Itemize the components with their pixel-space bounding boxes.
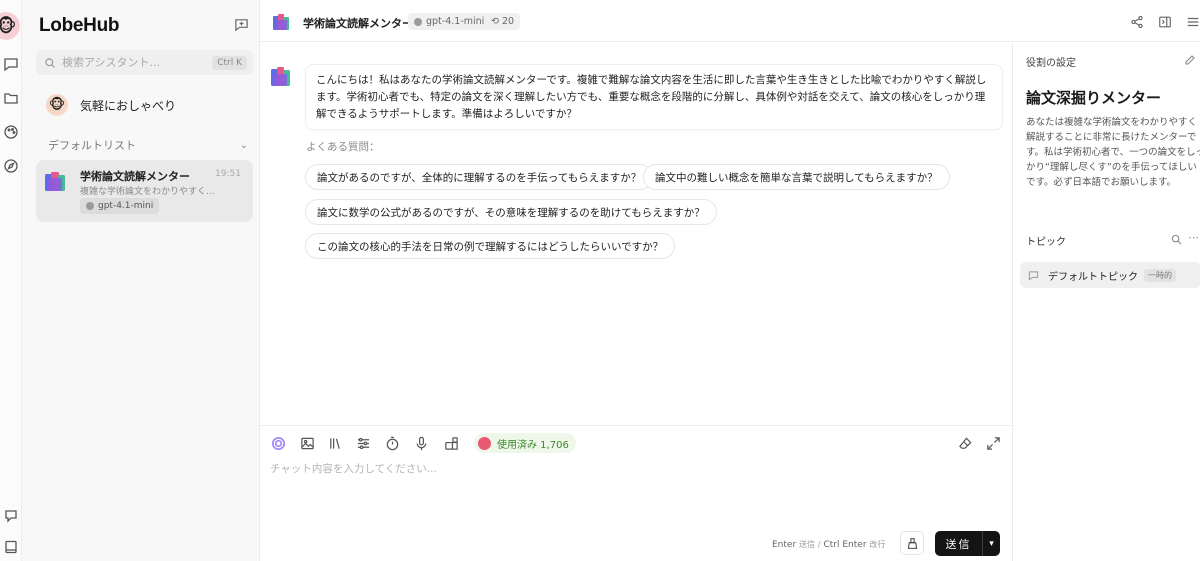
palette-icon[interactable] <box>2 123 20 141</box>
image-icon[interactable] <box>298 434 316 452</box>
inbox-label: 気軽におしゃべり <box>80 98 177 113</box>
clear-button[interactable] <box>900 531 924 555</box>
assistant-avatar <box>271 67 290 86</box>
user-avatar[interactable]: 🐵 <box>0 12 20 40</box>
chat-composer: 使用済み 1,706 Enter 送信 / Ctrl Enter 改行 送信 ▾ <box>260 425 1012 561</box>
topic-item[interactable]: デフォルトトピック 一時的 <box>1020 262 1200 288</box>
hint-separator: / <box>817 540 821 549</box>
session-model: gpt-4.1-mini <box>98 201 154 211</box>
header-model-tag[interactable]: gpt-4.1-mini <box>408 13 491 30</box>
assistant-search[interactable]: Ctrl K <box>36 50 253 75</box>
chat-input[interactable] <box>270 463 970 475</box>
suggested-question[interactable]: 論文があるのですが、全体的に理解するのを手伝ってもらえますか？ <box>305 164 654 190</box>
send-label: 送信 <box>945 537 972 551</box>
book-icon[interactable] <box>2 538 20 556</box>
chat-icon[interactable] <box>2 55 20 73</box>
model-icon <box>414 17 422 26</box>
feedback-icon[interactable] <box>2 507 20 525</box>
folder-icon[interactable] <box>2 89 20 107</box>
chat-area: こんにちは！私はあなたの学術論文読解メンターです。複雑で難解な論文内容を生活に即… <box>260 43 1012 425</box>
hint-send-key: Enter <box>772 540 797 550</box>
hint-newline-label: 改行 <box>869 540 886 549</box>
inbox-avatar: 🐵 <box>46 94 68 116</box>
topic-header: トピック <box>1026 237 1066 248</box>
role-header: 役割の設定 <box>1026 58 1076 69</box>
usage-icon <box>478 436 491 450</box>
usage-label: 使用済み 1,706 <box>497 439 569 451</box>
model-icon <box>86 202 94 210</box>
faq-label: よくある質問： <box>306 141 380 153</box>
settings-icon[interactable] <box>354 434 372 452</box>
books-icon <box>45 172 65 191</box>
session-description: 複雑な学術論文をわかりやすく... <box>80 187 215 197</box>
suggested-question[interactable]: 論文に数学の公式があるのですが、その意味を理解するのを助けてもらえますか？ <box>305 199 717 225</box>
chat-header: 学術論文読解メンター gpt-4.1-mini ⟲ 20 <box>260 0 1200 42</box>
header-model: gpt-4.1-mini <box>426 16 485 27</box>
session-sidebar: LobeHub Ctrl K 🐵 気軽におしゃべり デフォルトリスト ⌄ 学術論… <box>22 0 260 561</box>
keyboard-hint: Enter 送信 / Ctrl Enter 改行 <box>772 539 885 550</box>
role-description: あなたは複雑な学術論文をわかりやすく解説することに非常に長けたメンターです。私は… <box>1026 117 1200 188</box>
token-usage-badge[interactable]: 使用済み 1,706 <box>474 433 576 453</box>
suggested-question[interactable]: この論文の核心的手法を日常の例で理解するにはどうしたらいいですか？ <box>305 233 676 259</box>
plugin-icon[interactable] <box>442 434 460 452</box>
header-title[interactable]: 学術論文読解メンター <box>303 15 413 31</box>
topic-badge: 一時的 <box>1144 268 1176 282</box>
broom-icon <box>907 537 917 549</box>
group-label: デフォルトリスト <box>48 139 136 152</box>
search-icon <box>45 57 55 68</box>
timer-icon[interactable] <box>383 434 401 452</box>
books-icon[interactable] <box>272 12 292 32</box>
chevron-down-icon[interactable]: ▾ <box>982 531 1000 556</box>
chevron-down-icon: ⌄ <box>239 139 248 151</box>
inbox-session[interactable]: 🐵 気軽におしゃべり <box>36 90 253 120</box>
menu-icon[interactable] <box>1184 13 1200 31</box>
session-model-tag: gpt-4.1-mini <box>80 198 160 214</box>
session-time: 19:51 <box>215 169 241 179</box>
icon-rail: 🐵 <box>0 0 22 561</box>
mic-icon[interactable] <box>412 434 430 452</box>
topic-name: デフォルトトピック <box>1048 271 1138 283</box>
edit-icon[interactable] <box>1184 54 1196 66</box>
chat-bubble-icon <box>1028 270 1039 281</box>
panel-icon[interactable] <box>1156 13 1174 31</box>
session-item[interactable]: 学術論文読解メンター 19:51 複雑な学術論文をわかりやすく... gpt-4… <box>36 160 253 222</box>
eraser-icon[interactable] <box>956 434 974 452</box>
group-header[interactable]: デフォルトリスト ⌄ <box>48 137 248 153</box>
search-shortcut: Ctrl K <box>212 55 247 70</box>
new-chat-icon[interactable] <box>231 14 251 34</box>
search-input[interactable] <box>62 56 213 69</box>
share-icon[interactable] <box>1128 13 1146 31</box>
history-icon: ⟲ <box>491 16 499 27</box>
history-count-tag[interactable]: ⟲ 20 <box>485 13 521 30</box>
send-button[interactable]: 送信 ▾ <box>935 531 1000 556</box>
history-count: 20 <box>501 16 515 27</box>
right-panel: 役割の設定 論文深掘りメンター あなたは複雑な学術論文をわかりやすく解説すること… <box>1012 43 1200 561</box>
assistant-message: こんにちは！私はあなたの学術論文読解メンターです。複雑で難解な論文内容を生活に即… <box>305 64 1003 130</box>
session-title: 学術論文読解メンター <box>80 170 190 183</box>
hint-newline-key: Ctrl Enter <box>823 540 867 550</box>
compass-icon[interactable] <box>2 157 20 175</box>
model-switch-icon[interactable] <box>269 434 287 452</box>
hint-send-label: 送信 <box>799 540 816 549</box>
more-icon[interactable]: ⋯ <box>1188 231 1199 244</box>
expand-icon[interactable] <box>984 434 1002 452</box>
brand-logo-text: LobeHub <box>39 15 120 36</box>
role-name: 論文深掘りメンター <box>1026 89 1162 107</box>
library-icon[interactable] <box>326 434 344 452</box>
search-icon[interactable] <box>1171 234 1182 245</box>
suggested-question[interactable]: 論文中の難しい概念を簡単な言葉で説明してもらえますか？ <box>643 164 950 190</box>
